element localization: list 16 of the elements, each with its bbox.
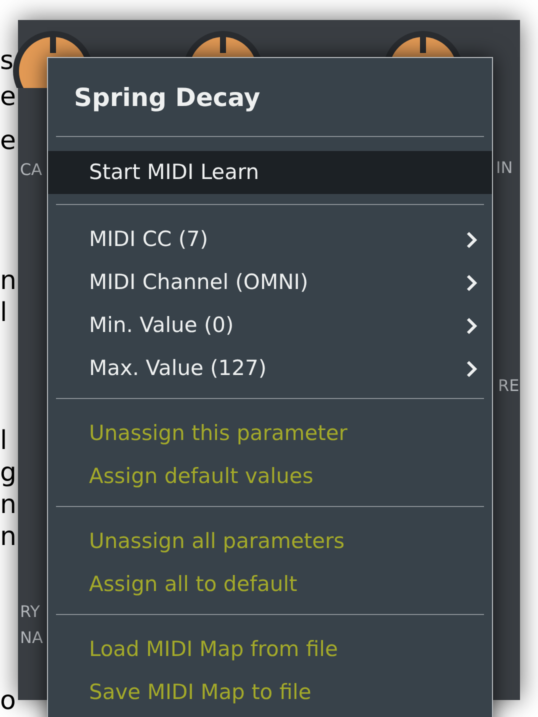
plugin-label: RE [498, 378, 520, 394]
page-letter: e [0, 128, 16, 154]
plugin-label: IN [496, 160, 513, 176]
page-letter: n [0, 524, 16, 550]
page-letter: n [0, 268, 16, 294]
page-letter: l [0, 428, 8, 454]
plugin-label: NA [20, 630, 43, 646]
page-letter: l [0, 300, 8, 326]
page-letter: o [0, 688, 16, 714]
page-letter: e [0, 84, 16, 110]
page-letter: n [0, 492, 16, 518]
page-letter: s [0, 48, 14, 74]
page-letter: g [0, 460, 17, 486]
menu-title: Spring Decay [73, 82, 262, 114]
plugin-label: CA [20, 162, 42, 178]
plugin-label: RY [20, 604, 40, 620]
